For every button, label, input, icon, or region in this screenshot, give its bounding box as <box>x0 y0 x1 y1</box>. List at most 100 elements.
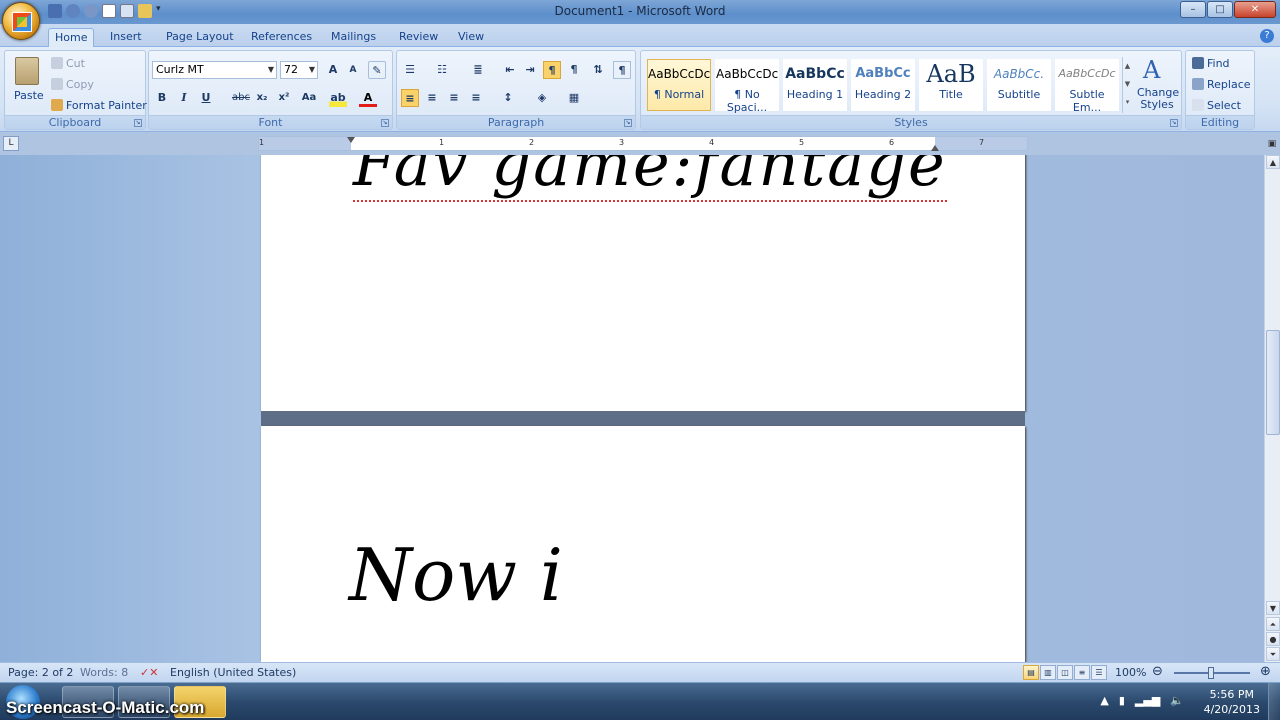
style-subtitle[interactable]: AaBbCc. Subtitle <box>987 59 1051 111</box>
proofing-icon[interactable]: ✓✕ <box>140 666 158 679</box>
shading-icon[interactable]: ◈ <box>533 89 551 107</box>
decrease-indent-icon[interactable]: ⇤ <box>501 61 519 79</box>
full-screen-reading-icon[interactable]: ▥ <box>1040 665 1056 680</box>
tab-page-layout[interactable]: Page Layout <box>160 28 240 47</box>
draft-view-icon[interactable]: ☰ <box>1091 665 1107 680</box>
close-button[interactable]: ✕ <box>1234 1 1276 18</box>
show-formatting-button[interactable]: ¶ <box>613 61 631 79</box>
page-count[interactable]: Page: 2 of 2 <box>8 666 73 679</box>
clock[interactable]: 5:56 PM 4/20/2013 <box>1204 687 1260 717</box>
office-button[interactable] <box>2 2 40 40</box>
select-button[interactable]: Select <box>1207 99 1241 112</box>
font-size-combo[interactable]: 72 ▼ <box>280 61 318 79</box>
battery-icon[interactable]: ▮ <box>1119 694 1125 707</box>
numbering-icon[interactable]: ☷ <box>433 61 451 79</box>
font-color-icon[interactable]: A <box>359 89 377 107</box>
language-indicator[interactable]: English (United States) <box>170 666 296 679</box>
minimize-button[interactable]: – <box>1180 1 1206 18</box>
change-styles-button[interactable]: Change Styles <box>1137 87 1179 111</box>
zoom-out-icon[interactable]: ⊖ <box>1152 664 1163 679</box>
outline-view-icon[interactable]: ≡ <box>1074 665 1090 680</box>
tab-insert[interactable]: Insert <box>104 28 148 47</box>
ltr-icon[interactable]: ¶ <box>543 61 561 79</box>
word-count[interactable]: Words: 8 <box>80 666 128 679</box>
grow-font-button[interactable]: A <box>324 61 342 79</box>
tab-mailings[interactable]: Mailings <box>325 28 382 47</box>
indent-marker-icon[interactable] <box>347 137 355 151</box>
style-title[interactable]: AaB Title <box>919 59 983 111</box>
sort-icon[interactable]: ⇅ <box>589 61 607 79</box>
volume-icon[interactable]: 🔈 <box>1170 694 1184 707</box>
superscript-button[interactable]: x² <box>275 89 293 107</box>
page-1-text[interactable]: Fav game:fantage <box>353 155 947 202</box>
next-page-icon[interactable]: ⏷ <box>1266 647 1280 661</box>
paste-button[interactable]: Paste <box>14 89 44 102</box>
select-browse-object-icon[interactable]: ● <box>1266 632 1280 646</box>
font-name-combo[interactable]: Curlz MT ▼ <box>152 61 277 79</box>
scroll-down-icon[interactable]: ▼ <box>1266 601 1280 615</box>
paste-icon[interactable] <box>15 57 39 85</box>
italic-button[interactable]: I <box>175 89 193 107</box>
show-hidden-icons-icon[interactable]: ▲ <box>1100 694 1108 707</box>
replace-button[interactable]: Replace <box>1207 78 1251 91</box>
style-no-spacing[interactable]: AaBbCcDc ¶ No Spaci... <box>715 59 779 114</box>
page-2[interactable]: Now i <box>261 426 1025 662</box>
clear-formatting-icon[interactable]: ✎ <box>368 61 386 79</box>
paragraph-launcher-icon[interactable]: ↘ <box>624 119 632 127</box>
align-center-icon[interactable]: ≡ <box>423 89 441 107</box>
line-spacing-icon[interactable]: ↕ <box>499 89 517 107</box>
zoom-slider-thumb[interactable] <box>1208 667 1214 679</box>
show-desktop-button[interactable] <box>1268 683 1280 720</box>
style-preview: AaBbCcDc <box>716 67 778 81</box>
style-heading-2[interactable]: AaBbCc Heading 2 <box>851 59 915 111</box>
maximize-button[interactable]: □ <box>1207 1 1233 18</box>
bullets-icon[interactable]: ☰ <box>401 61 419 79</box>
style-subtle-emphasis[interactable]: AaBbCcDc Subtle Em... <box>1055 59 1119 114</box>
font-launcher-icon[interactable]: ↘ <box>381 119 389 127</box>
subscript-button[interactable]: x₂ <box>253 89 271 107</box>
cut-button[interactable]: Cut <box>66 57 85 70</box>
scroll-up-icon[interactable]: ▲ <box>1266 155 1280 169</box>
styles-launcher-icon[interactable]: ↘ <box>1170 119 1178 127</box>
page-1[interactable]: Fav game:fantage <box>261 155 1025 411</box>
right-indent-marker-icon[interactable] <box>931 145 939 151</box>
tab-references[interactable]: References <box>245 28 318 47</box>
align-right-icon[interactable]: ≡ <box>445 89 463 107</box>
format-painter-button[interactable]: Format Painter <box>66 99 147 112</box>
zoom-level[interactable]: 100% <box>1115 666 1146 679</box>
tab-view[interactable]: View <box>452 28 490 47</box>
tab-home[interactable]: Home <box>48 28 95 48</box>
shrink-font-button[interactable]: A <box>344 61 362 79</box>
increase-indent-icon[interactable]: ⇥ <box>521 61 539 79</box>
scroll-thumb[interactable] <box>1266 330 1280 435</box>
network-icon[interactable]: ▂▄▆ <box>1135 694 1160 707</box>
tab-selector-icon[interactable]: L <box>3 136 19 151</box>
web-layout-icon[interactable]: ◫ <box>1057 665 1073 680</box>
vertical-scrollbar[interactable]: ▲ ▼ ⏶ ● ⏷ <box>1264 155 1280 662</box>
style-normal[interactable]: AaBbCcDc ¶ Normal <box>647 59 711 111</box>
rtl-icon[interactable]: ¶ <box>565 61 583 79</box>
page-2-text[interactable]: Now i <box>349 533 563 617</box>
style-heading-1[interactable]: AaBbCc Heading 1 <box>783 59 847 111</box>
tab-review[interactable]: Review <box>393 28 444 47</box>
change-case-button[interactable]: Aa <box>297 89 321 107</box>
underline-button[interactable]: U <box>197 89 215 107</box>
copy-button[interactable]: Copy <box>66 78 94 91</box>
multilevel-list-icon[interactable]: ≣ <box>469 61 487 79</box>
previous-page-icon[interactable]: ⏶ <box>1266 617 1280 631</box>
horizontal-ruler[interactable]: 1 1 2 3 4 5 6 7 <box>258 136 1028 151</box>
help-icon[interactable]: ? <box>1260 29 1274 43</box>
strikethrough-button[interactable]: abc <box>229 89 253 107</box>
find-button[interactable]: Find <box>1207 57 1230 70</box>
styles-scroll[interactable]: ▲ ▼ ▾ <box>1122 57 1132 113</box>
align-left-icon[interactable]: ≡ <box>401 89 419 107</box>
document-area[interactable]: Fav game:fantage Now i <box>0 155 1264 662</box>
bold-button[interactable]: B <box>153 89 171 107</box>
zoom-in-icon[interactable]: ⊕ <box>1260 664 1271 679</box>
view-ruler-icon[interactable]: ▣ <box>1265 139 1279 153</box>
clipboard-launcher-icon[interactable]: ↘ <box>134 119 142 127</box>
justify-icon[interactable]: ≡ <box>467 89 485 107</box>
highlight-icon[interactable]: ab <box>329 89 347 107</box>
print-layout-icon[interactable]: ▤ <box>1023 665 1039 680</box>
borders-icon[interactable]: ▦ <box>565 89 583 107</box>
